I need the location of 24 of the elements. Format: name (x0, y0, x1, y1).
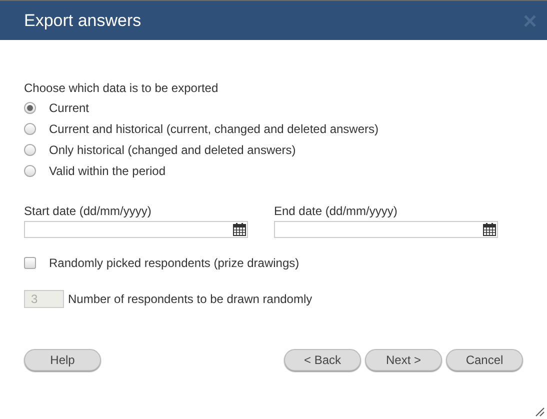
radio-label: Current (49, 101, 90, 115)
radio-button[interactable] (24, 144, 36, 156)
radio-label: Valid within the period (49, 164, 166, 178)
field-label: Number of respondents to be drawn randomly (68, 292, 312, 306)
next-button[interactable]: Next > (365, 349, 442, 371)
resize-grip-icon[interactable] (535, 407, 545, 417)
radio-button[interactable] (24, 102, 36, 114)
back-button[interactable]: < Back (284, 349, 361, 371)
date-field[interactable] (274, 221, 498, 238)
section-label: Choose which data is to be exported (24, 81, 220, 95)
radio-label: Current and historical (current, changed and deleted answers) (49, 122, 379, 136)
date-field[interactable] (24, 221, 248, 238)
field-label: End date (dd/mm/yyyy) (274, 204, 398, 218)
checkbox[interactable] (24, 257, 36, 269)
checkbox-label: Randomly picked respondents (prize drawings) (49, 256, 300, 270)
cancel-button[interactable]: Cancel (446, 349, 523, 371)
radio-label: Only historical (changed and deleted answers) (49, 143, 296, 157)
field-label: Start date (dd/mm/yyyy) (24, 204, 152, 218)
calendar-icon[interactable] (483, 223, 496, 236)
radio-button[interactable] (24, 165, 36, 177)
window-title: Export answers (24, 10, 142, 30)
calendar-icon[interactable] (233, 223, 246, 236)
radio-button[interactable] (24, 123, 36, 135)
help-button[interactable]: Help (24, 349, 101, 371)
